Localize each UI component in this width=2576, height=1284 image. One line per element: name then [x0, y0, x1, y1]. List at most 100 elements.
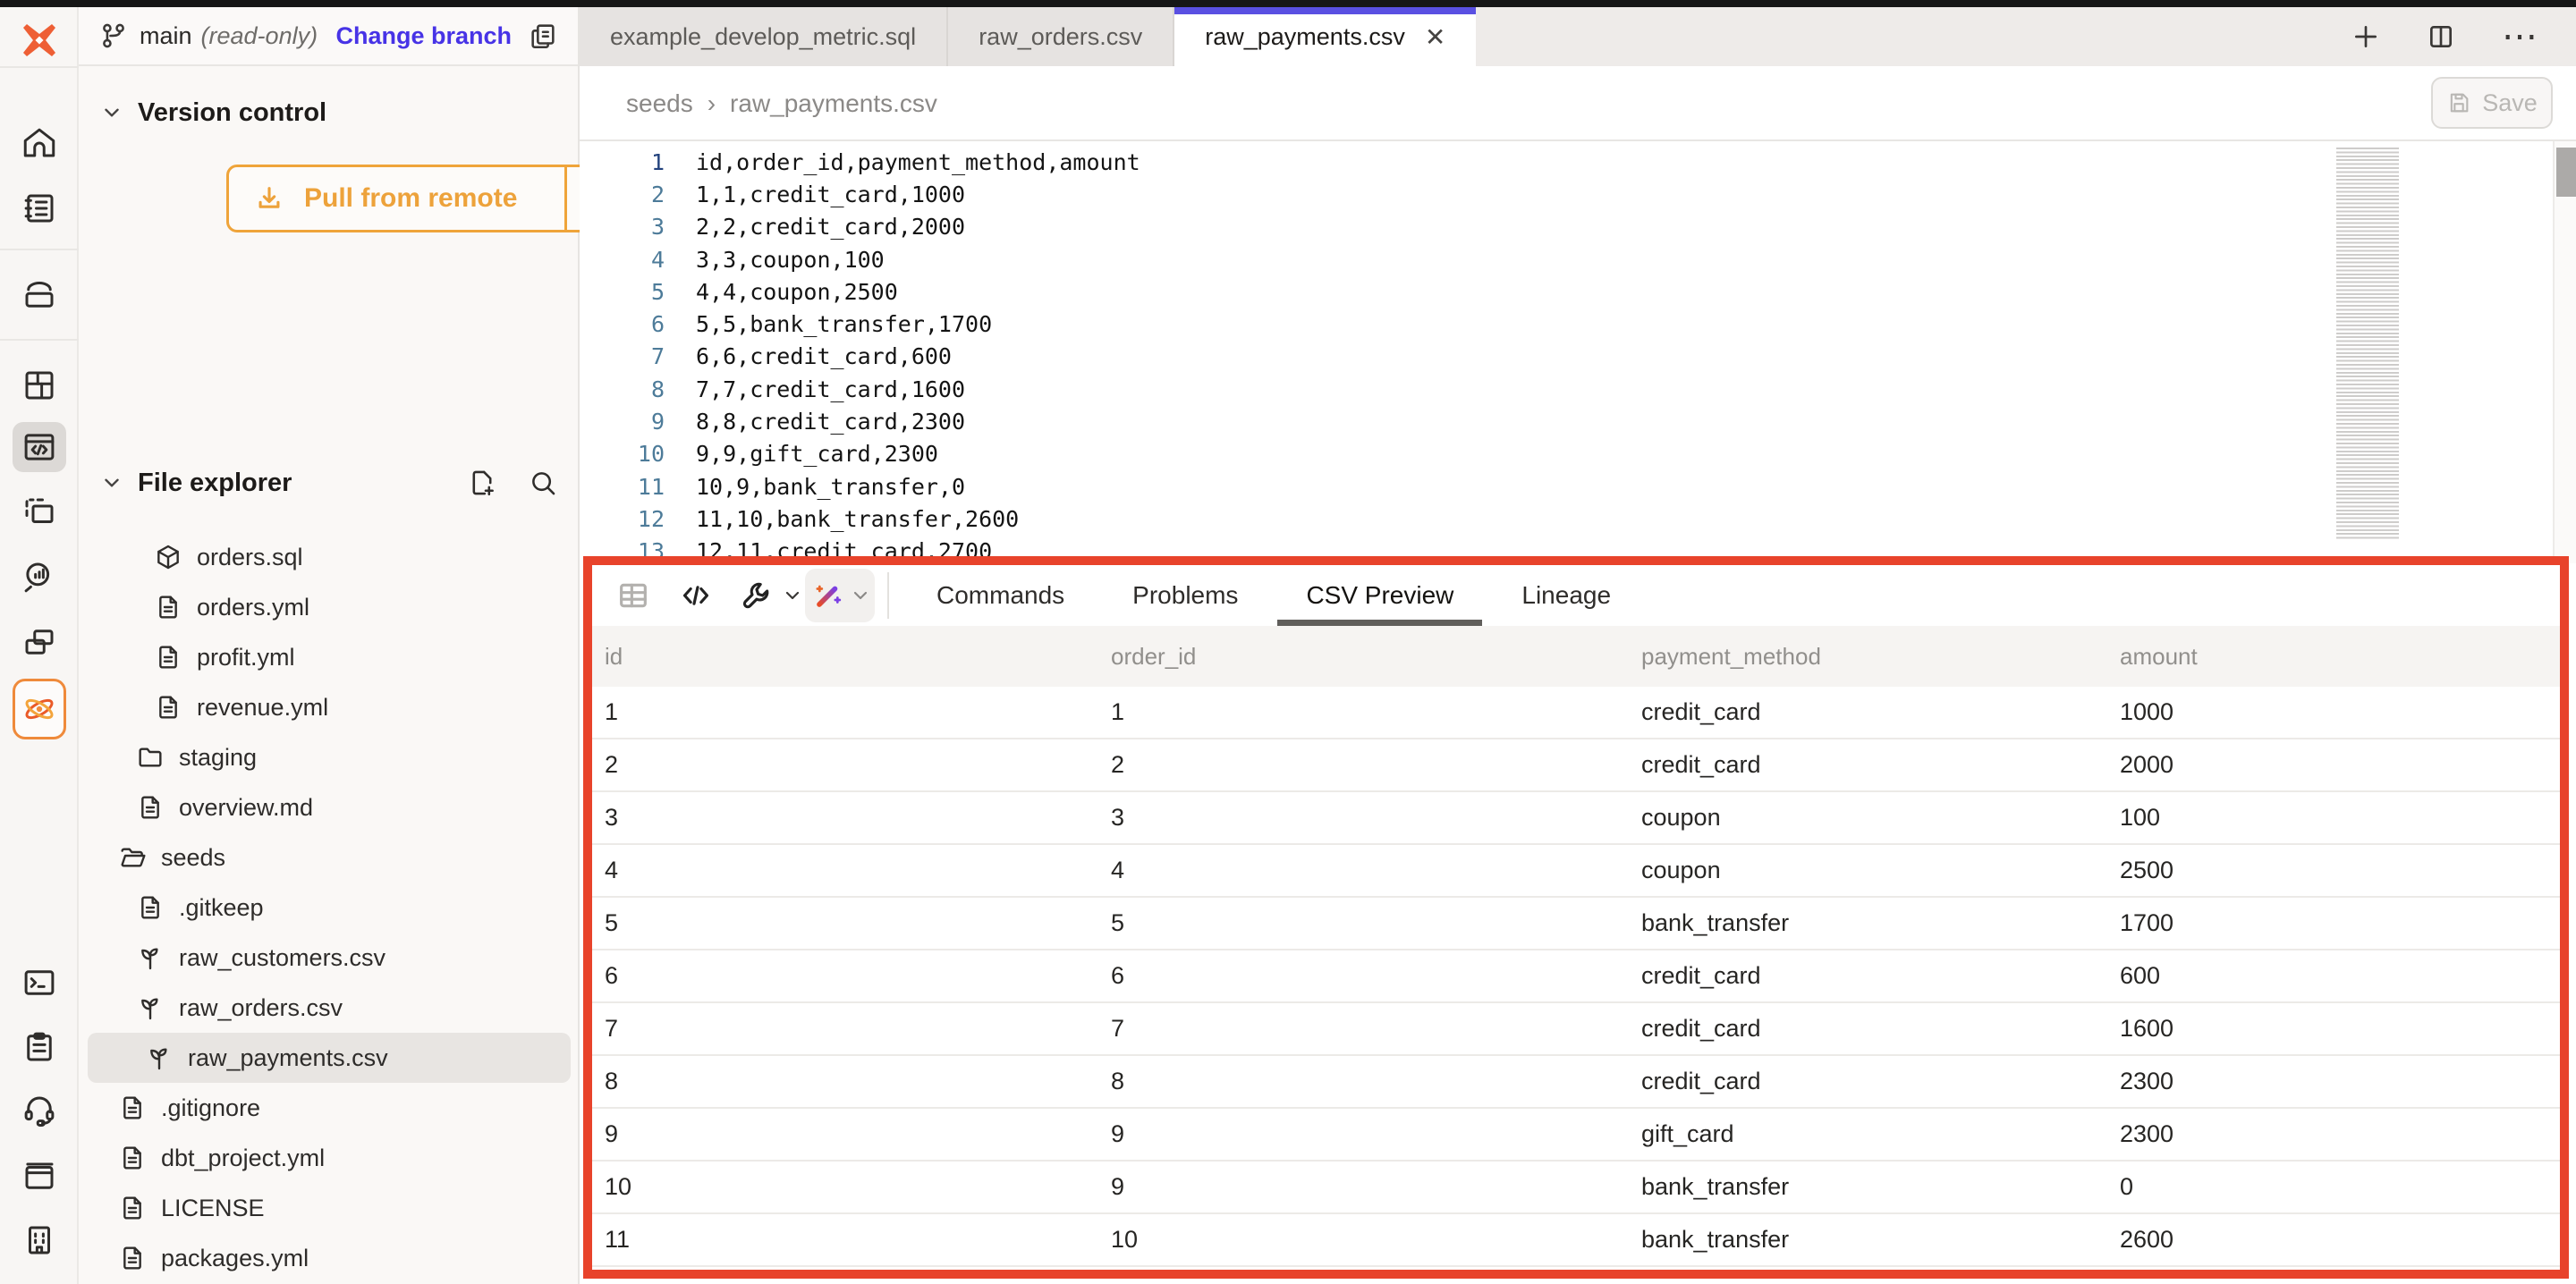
table-cell: 2300 — [2120, 1120, 2560, 1148]
search-icon[interactable] — [528, 468, 558, 498]
file-row[interactable]: orders.sql — [79, 532, 580, 582]
column-header: payment_method — [1641, 643, 2120, 671]
file-row[interactable]: LICENSE — [79, 1183, 580, 1233]
compiled-code-icon[interactable] — [674, 574, 717, 617]
editor-tab[interactable]: raw_orders.csv — [948, 7, 1174, 66]
file-row[interactable]: .gitkeep — [79, 883, 580, 933]
version-control-header[interactable]: Version control — [100, 93, 326, 132]
ai-wand-group[interactable] — [805, 569, 875, 622]
copy-docs-icon[interactable] — [528, 21, 558, 51]
table-body: 1 1 credit_card 1000 2 2 credit_card 200… — [592, 687, 2560, 1267]
table-cell: 2600 — [2120, 1226, 2560, 1254]
save-button[interactable]: Save — [2431, 77, 2553, 129]
table-cell: 10 — [1111, 1226, 1641, 1254]
search-insights-icon[interactable] — [13, 552, 66, 602]
table-cell: 5 — [1111, 909, 1641, 937]
file-row[interactable]: overview.md — [79, 782, 580, 832]
table-row[interactable]: 8 8 credit_card 2300 — [592, 1056, 2560, 1109]
building-icon[interactable] — [13, 1215, 66, 1265]
bottom-panel-tab[interactable]: Problems — [1127, 565, 1243, 626]
browser-icon[interactable] — [13, 1152, 66, 1202]
bottom-panel-tab[interactable]: Lineage — [1516, 565, 1616, 626]
chevron-down-icon[interactable] — [782, 585, 803, 606]
code-line: 5 4,4,coupon,2500 — [580, 275, 2576, 308]
table-row[interactable]: 4 4 coupon 2500 — [592, 845, 2560, 898]
line-number: 2 — [580, 182, 665, 207]
chevron-down-icon — [100, 471, 123, 494]
code-editor-icon[interactable] — [13, 422, 66, 472]
file-row[interactable]: orders.yml — [79, 582, 580, 632]
archive-icon[interactable] — [13, 270, 66, 320]
layout-grid-icon[interactable] — [13, 360, 66, 410]
editor-tab[interactable]: example_develop_metric.sql — [580, 7, 948, 66]
file-row[interactable]: raw_payments.csv — [88, 1033, 571, 1083]
notebook-icon[interactable] — [13, 183, 66, 233]
table-row[interactable]: 7 7 credit_card 1600 — [592, 1003, 2560, 1056]
new-file-icon[interactable] — [467, 468, 497, 498]
line-text: 11,10,bank_transfer,2600 — [696, 506, 1019, 532]
split-view-icon[interactable] — [2427, 22, 2455, 51]
file-row[interactable]: raw_customers.csv — [79, 933, 580, 983]
breadcrumb-item[interactable]: seeds — [626, 89, 693, 118]
line-number: 9 — [580, 409, 665, 435]
table-row[interactable]: 10 9 bank_transfer 0 — [592, 1162, 2560, 1214]
close-tab-icon[interactable]: ✕ — [1425, 22, 1445, 52]
document-icon — [118, 1144, 147, 1172]
results-table-icon[interactable] — [612, 574, 655, 617]
chevron-down-icon[interactable] — [850, 585, 871, 606]
file-row[interactable]: staging — [79, 732, 580, 782]
editor-tab-bar: example_develop_metric.sql raw_orders.cs… — [580, 7, 2576, 66]
pull-from-remote-main[interactable]: Pull from remote — [229, 167, 567, 230]
editor-tab[interactable]: raw_payments.csv ✕ — [1174, 7, 1476, 66]
pull-from-remote-button[interactable]: Pull from remote — [226, 165, 640, 232]
editor-minimap[interactable] — [2336, 148, 2399, 541]
branch-mode: (read-only) — [201, 22, 318, 50]
table-row[interactable]: 3 3 coupon 100 — [592, 792, 2560, 845]
file-name: seeds — [161, 844, 225, 872]
line-text: 2,2,credit_card,2000 — [696, 214, 965, 240]
editor-scrollbar[interactable] — [2553, 141, 2576, 563]
line-number: 3 — [580, 214, 665, 240]
file-row[interactable]: .gitignore — [79, 1083, 580, 1133]
table-row[interactable]: 6 6 credit_card 600 — [592, 950, 2560, 1003]
table-cell: bank_transfer — [1641, 1226, 2120, 1254]
file-row[interactable]: revenue.yml — [79, 682, 580, 732]
branch-name: main — [140, 22, 192, 50]
windows-icon[interactable] — [13, 617, 66, 667]
table-row[interactable]: 11 10 bank_transfer 2600 — [592, 1214, 2560, 1267]
line-text: 4,4,coupon,2500 — [696, 279, 898, 305]
change-branch-link[interactable]: Change branch — [335, 22, 512, 50]
frame-select-icon[interactable] — [13, 487, 66, 537]
file-row[interactable]: profit.yml — [79, 632, 580, 682]
breadcrumb-item[interactable]: raw_payments.csv — [730, 89, 937, 118]
table-row[interactable]: 1 1 credit_card 1000 — [592, 687, 2560, 739]
table-cell: 9 — [1111, 1173, 1641, 1201]
editor-scrollbar-thumb[interactable] — [2556, 148, 2576, 197]
table-cell: 6 — [605, 962, 1111, 990]
table-cell: 3 — [605, 804, 1111, 832]
table-cell: credit_card — [1641, 751, 2120, 779]
file-explorer-header[interactable]: File explorer — [100, 463, 558, 503]
magic-wand-icon[interactable] — [807, 574, 850, 617]
file-row[interactable]: raw_orders.csv — [79, 983, 580, 1033]
table-row[interactable]: 9 9 gift_card 2300 — [592, 1109, 2560, 1162]
bottom-panel-tab[interactable]: CSV Preview — [1301, 565, 1459, 626]
code-line: 7 6,6,credit_card,600 — [580, 341, 2576, 373]
file-row[interactable]: packages.yml — [79, 1233, 580, 1283]
new-tab-icon[interactable] — [2351, 22, 2380, 51]
dbt-logo-icon[interactable] — [16, 14, 63, 66]
code-editor[interactable]: 1 id,order_id,payment_method,amount 2 1,… — [580, 141, 2576, 563]
table-row[interactable]: 5 5 bank_transfer 1700 — [592, 898, 2560, 950]
file-row[interactable]: dbt_project.yml — [79, 1133, 580, 1183]
file-name: packages.yml — [161, 1245, 309, 1272]
table-row[interactable]: 2 2 credit_card 2000 — [592, 739, 2560, 792]
code-line: 11 10,9,bank_transfer,0 — [580, 470, 2576, 503]
headset-icon[interactable] — [13, 1085, 66, 1136]
home-icon[interactable] — [13, 118, 66, 168]
build-wrench-icon[interactable] — [735, 574, 778, 617]
file-row[interactable]: seeds — [79, 832, 580, 883]
terminal-icon[interactable] — [13, 958, 66, 1008]
bottom-panel-tab[interactable]: Commands — [931, 565, 1070, 626]
clipboard-icon[interactable] — [13, 1022, 66, 1072]
atom-icon[interactable] — [13, 679, 66, 739]
